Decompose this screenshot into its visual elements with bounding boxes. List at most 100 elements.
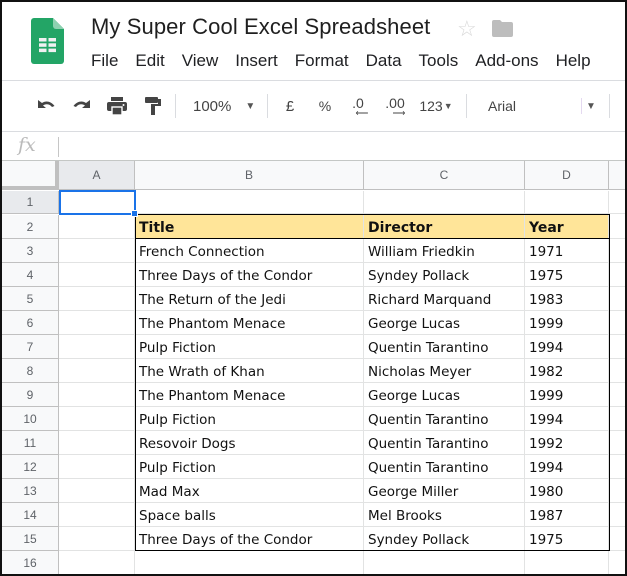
table-cell-year[interactable]: 1999 [525,311,609,335]
table-cell-title[interactable]: Pulp Fiction [135,335,364,359]
column-header-b[interactable]: B [135,161,364,190]
currency-button[interactable]: £ [279,81,301,131]
table-cell-director[interactable]: George Lucas [364,383,525,407]
row-header-4[interactable]: 4 [2,263,59,287]
table-cell-director[interactable]: Quentin Tarantino [364,407,525,431]
folder-icon[interactable] [492,20,513,37]
cell-e12[interactable] [609,455,625,479]
table-cell-title[interactable]: Mad Max [135,479,364,503]
row-header-9[interactable]: 9 [2,383,59,407]
cell-a9[interactable] [59,383,135,407]
table-cell-title[interactable]: Three Days of the Condor [135,263,364,287]
cell-b1[interactable] [135,191,364,214]
table-cell-director[interactable]: Mel Brooks [364,503,525,527]
cell-e16[interactable] [609,551,625,574]
table-cell-year[interactable]: 1994 [525,455,609,479]
row-header-14[interactable]: 14 [2,503,59,527]
table-cell-director[interactable]: William Friedkin [364,239,525,263]
column-header-c[interactable]: C [364,161,525,190]
column-header-a[interactable]: A [59,161,135,190]
menu-file[interactable]: File [91,51,118,71]
cell-b16[interactable] [135,551,364,574]
cell-e8[interactable] [609,359,625,383]
zoom-select[interactable]: 100% ▼ [187,81,267,131]
table-cell-title[interactable]: French Connection [135,239,364,263]
print-button[interactable] [104,81,130,131]
table-cell-title[interactable]: The Phantom Menace [135,383,364,407]
table-cell-director[interactable]: Richard Marquand [364,287,525,311]
table-cell-year[interactable]: 1982 [525,359,609,383]
cell-e14[interactable] [609,503,625,527]
table-cell-director[interactable]: Syndey Pollack [364,527,525,551]
row-header-15[interactable]: 15 [2,527,59,551]
document-title[interactable]: My Super Cool Excel Spreadsheet [91,14,430,40]
cell-a1[interactable] [59,191,135,214]
cell-e13[interactable] [609,479,625,503]
table-cell-title[interactable]: Resovoir Dogs [135,431,364,455]
cell-e6[interactable] [609,311,625,335]
number-format-select[interactable]: 123 ▼ [415,81,457,131]
cell-a8[interactable] [59,359,135,383]
table-cell-year[interactable]: 1994 [525,335,609,359]
star-icon[interactable]: ☆ [457,16,477,42]
table-header-year[interactable]: Year [525,215,609,239]
table-cell-title[interactable]: Pulp Fiction [135,455,364,479]
table-cell-title[interactable]: The Return of the Jedi [135,287,364,311]
row-header-3[interactable]: 3 [2,239,59,263]
table-cell-director[interactable]: Quentin Tarantino [364,431,525,455]
cell-a6[interactable] [59,311,135,335]
cell-e11[interactable] [609,431,625,455]
table-cell-year[interactable]: 1987 [525,503,609,527]
menu-edit[interactable]: Edit [135,51,164,71]
cell-a12[interactable] [59,455,135,479]
cell-c1[interactable] [364,191,525,214]
row-header-6[interactable]: 6 [2,311,59,335]
sheets-logo-icon[interactable] [31,18,64,64]
row-header-16[interactable]: 16 [2,551,59,574]
percent-button[interactable]: % [314,81,336,131]
menu-view[interactable]: View [182,51,219,71]
table-cell-year[interactable]: 1975 [525,527,609,551]
menu-help[interactable]: Help [556,51,591,71]
cell-e4[interactable] [609,263,625,287]
cell-a11[interactable] [59,431,135,455]
paint-format-button[interactable] [140,81,166,131]
frozen-row-handle[interactable] [2,186,59,190]
formula-input[interactable] [62,134,622,160]
column-header-e[interactable] [609,161,625,190]
cell-a15[interactable] [59,527,135,551]
cell-e9[interactable] [609,383,625,407]
table-cell-director[interactable]: Syndey Pollack [364,263,525,287]
table-cell-title[interactable]: Pulp Fiction [135,407,364,431]
undo-button[interactable] [33,81,59,131]
font-select[interactable]: Arial ▼ [480,81,602,131]
table-cell-title[interactable]: Three Days of the Condor [135,527,364,551]
cell-d1[interactable] [525,191,609,214]
increase-decimal-button[interactable]: .00 ⟶ [380,81,410,131]
row-header-10[interactable]: 10 [2,407,59,431]
cell-a5[interactable] [59,287,135,311]
cell-e1[interactable] [609,191,625,214]
row-header-1[interactable]: 1 [2,191,59,214]
table-cell-year[interactable]: 1980 [525,479,609,503]
row-header-7[interactable]: 7 [2,335,59,359]
table-cell-director[interactable]: Quentin Tarantino [364,335,525,359]
row-header-5[interactable]: 5 [2,287,59,311]
cell-e15[interactable] [609,527,625,551]
cell-a3[interactable] [59,239,135,263]
row-header-8[interactable]: 8 [2,359,59,383]
cell-e2[interactable] [609,215,625,239]
cell-c16[interactable] [364,551,525,574]
cell-a7[interactable] [59,335,135,359]
cell-e7[interactable] [609,335,625,359]
cell-a2[interactable] [59,215,135,239]
table-cell-year[interactable]: 1999 [525,383,609,407]
menu-insert[interactable]: Insert [235,51,278,71]
table-cell-director[interactable]: Quentin Tarantino [364,455,525,479]
row-header-11[interactable]: 11 [2,431,59,455]
table-cell-director[interactable]: George Lucas [364,311,525,335]
row-header-2[interactable]: 2 [2,215,59,239]
cell-e10[interactable] [609,407,625,431]
table-cell-year[interactable]: 1975 [525,263,609,287]
table-cell-year[interactable]: 1983 [525,287,609,311]
